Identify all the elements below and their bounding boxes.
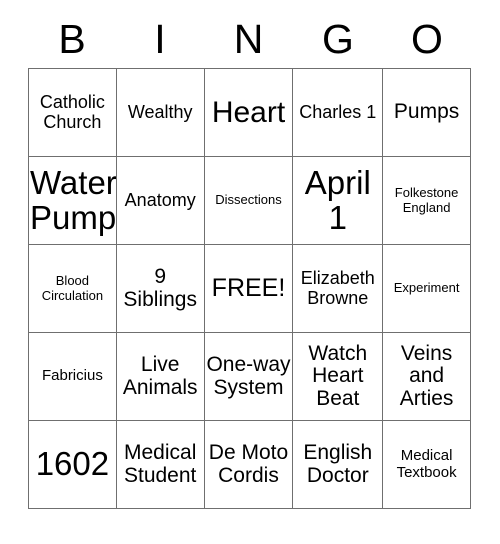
bingo-cell-free[interactable]: FREE!: [204, 245, 294, 333]
bingo-cell[interactable]: Medical Student: [116, 421, 205, 509]
bingo-cell-label: Dissections: [215, 192, 282, 208]
bingo-cell-label: Watch Heart Beat: [308, 342, 368, 410]
bingo-cell[interactable]: April 1: [293, 157, 384, 245]
bingo-header-letter-o: O: [411, 15, 443, 62]
bingo-cell[interactable]: Experiment: [383, 245, 471, 333]
bingo-cell[interactable]: English Doctor: [293, 421, 384, 509]
bingo-cell-label: English Doctor: [303, 441, 373, 487]
bingo-cell-label: Wealthy: [127, 101, 193, 122]
bingo-cell[interactable]: Water Pump: [29, 157, 117, 245]
bingo-cell-label: Pumps: [393, 100, 460, 124]
bingo-cell[interactable]: De Moto Cordis: [204, 421, 294, 509]
bingo-cell[interactable]: Fabricius: [29, 333, 117, 421]
bingo-cell-label: Experiment: [393, 280, 460, 296]
bingo-cell[interactable]: Dissections: [204, 157, 294, 245]
bingo-cell-label: Anatomy: [124, 189, 196, 210]
bingo-row: Fabricius Live Animals One-way System Wa…: [29, 333, 471, 421]
bingo-header-letter-g: G: [322, 15, 354, 62]
bingo-cell[interactable]: Veins and Arties: [383, 333, 471, 421]
bingo-cell[interactable]: Charles 1: [293, 69, 384, 157]
bingo-header: B I N G O: [28, 10, 471, 68]
bingo-cell[interactable]: Catholic Church: [29, 69, 117, 157]
bingo-row: 1602 Medical Student De Moto Cordis Engl…: [29, 421, 471, 509]
bingo-free-label: FREE!: [211, 274, 286, 303]
bingo-cell-label: Heart: [211, 95, 286, 129]
bingo-cell-label: Catholic Church: [39, 92, 105, 132]
bingo-cell-label: April 1: [304, 163, 371, 236]
bingo-cell[interactable]: Anatomy: [116, 157, 205, 245]
bingo-cell[interactable]: Live Animals: [116, 333, 205, 421]
bingo-cell-label: Medical Textbook: [396, 447, 457, 481]
bingo-cell-label: Folkestone England: [394, 184, 459, 215]
bingo-cell-label: 9 Siblings: [123, 265, 197, 311]
bingo-cell[interactable]: 9 Siblings: [116, 245, 205, 333]
bingo-row: Blood Circulation 9 Siblings FREE! Eliza…: [29, 245, 471, 333]
bingo-cell[interactable]: Elizabeth Browne: [293, 245, 384, 333]
bingo-cell[interactable]: Heart: [204, 69, 294, 157]
bingo-cell[interactable]: One-way System: [204, 333, 294, 421]
bingo-cell[interactable]: Folkestone England: [383, 157, 471, 245]
bingo-cell[interactable]: Pumps: [383, 69, 471, 157]
bingo-cell-label: Charles 1: [299, 101, 377, 122]
bingo-cell[interactable]: Wealthy: [116, 69, 205, 157]
bingo-cell[interactable]: Blood Circulation: [29, 245, 117, 333]
bingo-cell-label: One-way System: [206, 353, 291, 399]
bingo-cell-label: De Moto Cordis: [208, 441, 289, 487]
bingo-header-letter-i: I: [154, 15, 166, 62]
bingo-cell[interactable]: Medical Textbook: [383, 421, 471, 509]
bingo-row: Catholic Church Wealthy Heart Charles 1 …: [29, 69, 471, 157]
bingo-cell[interactable]: Watch Heart Beat: [293, 333, 384, 421]
bingo-cell-label: Fabricius: [41, 367, 103, 385]
bingo-cell-label: Elizabeth Browne: [300, 268, 375, 308]
bingo-header-letter-b: B: [58, 15, 86, 62]
bingo-cell-label: Blood Circulation: [41, 272, 104, 303]
bingo-cell-label: Water Pump: [30, 163, 117, 236]
bingo-cell-label: Veins and Arties: [399, 342, 454, 410]
bingo-card: B I N G O Catholic Church Wealthy Heart …: [28, 10, 471, 509]
bingo-cell-label: 1602: [35, 445, 110, 483]
bingo-header-letter-n: N: [233, 15, 264, 62]
bingo-cell-label: Medical Student: [123, 441, 197, 487]
bingo-cell-label: Live Animals: [122, 353, 198, 399]
bingo-row: Water Pump Anatomy Dissections April 1 F…: [29, 157, 471, 245]
bingo-grid: Catholic Church Wealthy Heart Charles 1 …: [28, 68, 471, 509]
bingo-cell[interactable]: 1602: [29, 421, 117, 509]
